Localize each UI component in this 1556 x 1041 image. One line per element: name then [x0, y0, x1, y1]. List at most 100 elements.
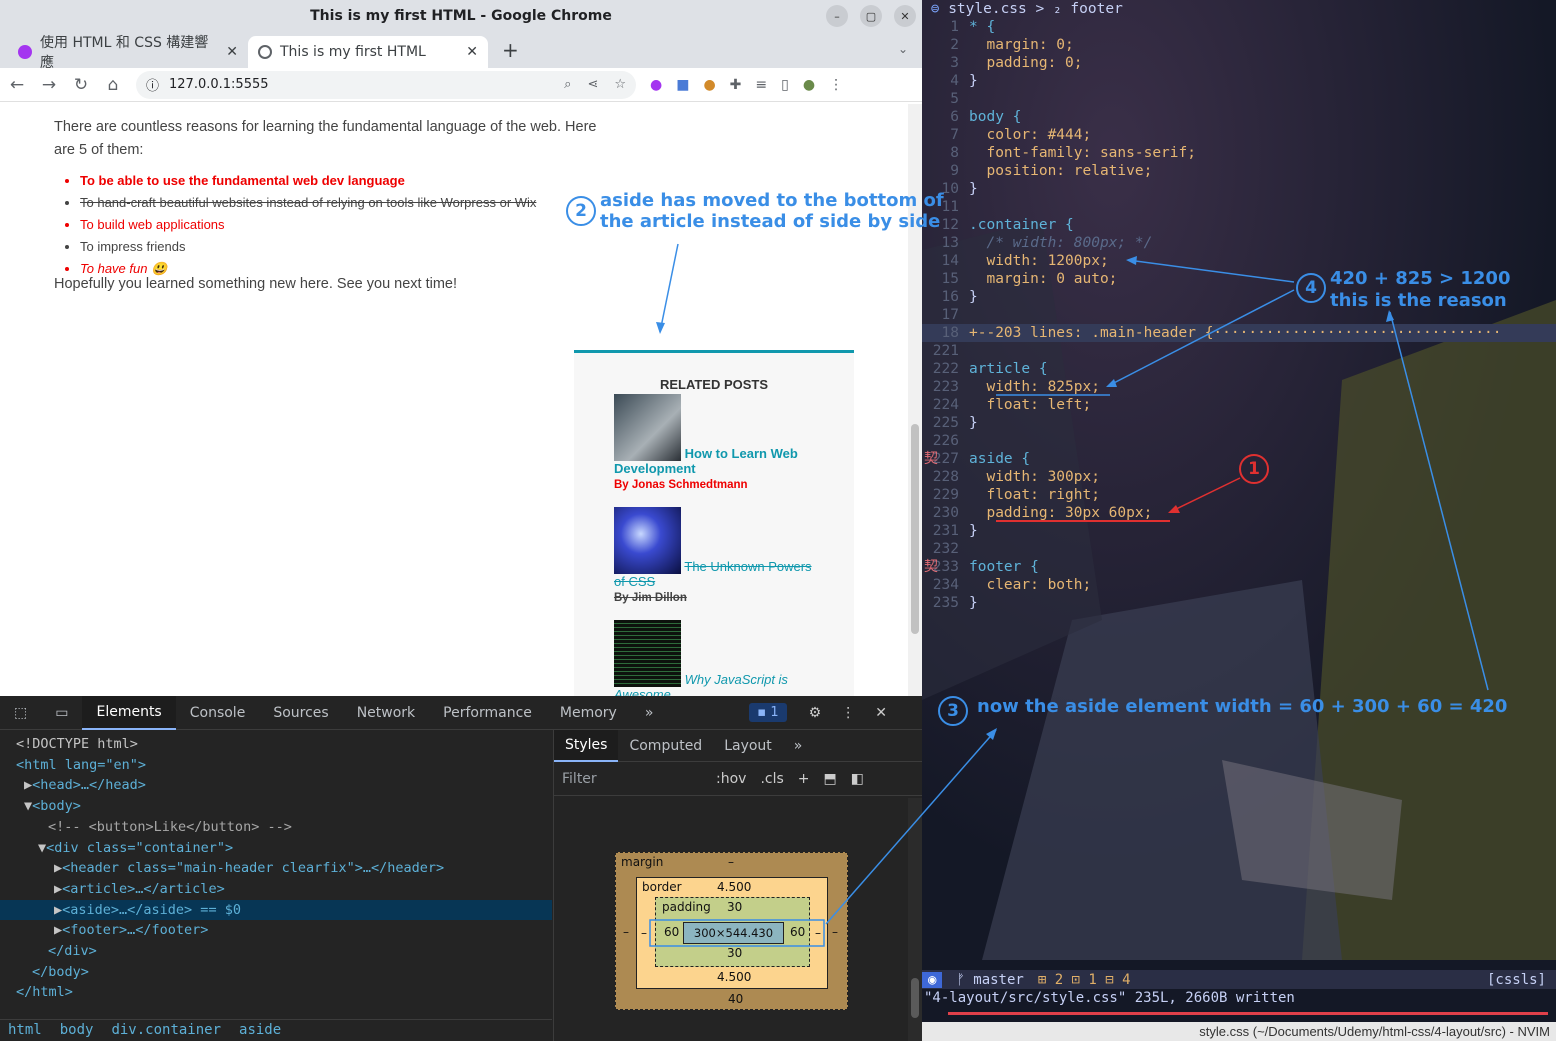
code-line[interactable]: 226 [922, 432, 1556, 450]
reload-icon[interactable]: ↻ [72, 75, 90, 95]
close-tab-icon[interactable]: ✕ [466, 44, 478, 60]
info-icon[interactable]: ⓘ [146, 75, 159, 94]
address-bar[interactable]: ⓘ 127.0.0.1:5555 ⌕ ⋖ ☆ [136, 70, 636, 99]
code-line[interactable]: 235} [922, 594, 1556, 612]
dom-node[interactable]: ▶<article>…</article> [0, 879, 552, 900]
padding-bottom-value[interactable]: 30 [727, 946, 742, 960]
code-line[interactable]: 232 [922, 540, 1556, 558]
code-line[interactable]: 233 footer { [922, 558, 1556, 576]
inspect-element-icon[interactable]: ⬚ [0, 696, 41, 730]
code-line[interactable]: 18 +--203 lines: .main-header {··········… [922, 324, 1556, 342]
more-style-tabs-icon[interactable]: » [783, 730, 814, 762]
close-tab-icon[interactable]: ✕ [226, 44, 238, 60]
code-line[interactable]: 11 [922, 198, 1556, 216]
code-line[interactable]: 231} [922, 522, 1556, 540]
device-toolbar-icon[interactable]: ▭ [41, 696, 82, 730]
code-line[interactable]: 222 article { [922, 360, 1556, 378]
hov-toggle[interactable]: :hov [716, 771, 746, 787]
scroll-thumb[interactable] [911, 424, 919, 634]
dom-node[interactable]: </html> [0, 982, 552, 1003]
code-line[interactable]: 221 [922, 342, 1556, 360]
border-right-value[interactable]: – [815, 926, 821, 940]
padding-right-value[interactable]: 60 [790, 925, 805, 939]
dom-node[interactable]: ▶<header class="main-header clearfix">…<… [0, 858, 552, 879]
more-tabs-icon[interactable]: » [631, 696, 668, 730]
crumb-html[interactable]: html [8, 1020, 42, 1041]
zoom-icon[interactable]: ⌕ [564, 77, 571, 92]
padding-top-value[interactable]: 30 [727, 900, 742, 914]
dom-node[interactable]: ▶<head>…</head> [0, 775, 552, 796]
code-line[interactable]: 2 margin: 0; [922, 36, 1556, 54]
box-model-content[interactable]: 300×544.430 [683, 922, 784, 944]
code-line[interactable]: 8 font-family: sans-serif; [922, 144, 1556, 162]
tab-first-html[interactable]: This is my first HTML ✕ [248, 36, 488, 68]
dom-node[interactable]: </div> [0, 941, 552, 962]
menu-icon[interactable]: ⋮ [829, 77, 843, 93]
media-icon[interactable]: ≡ [755, 77, 767, 93]
add-rule-icon[interactable]: + [798, 771, 810, 787]
toggle-sidebar-icon[interactable]: ◧ [851, 771, 864, 787]
more-options-icon[interactable]: ⋮ [841, 705, 855, 721]
tab-performance[interactable]: Performance [429, 696, 546, 730]
dom-node[interactable]: </body> [0, 962, 552, 983]
tab-sources[interactable]: Sources [259, 696, 342, 730]
maximize-button[interactable]: ▢ [860, 5, 882, 27]
profile-avatar[interactable]: ● [803, 77, 815, 93]
issues-badge[interactable]: ▪ 1 [749, 703, 787, 722]
code-line[interactable]: 9 position: relative; [922, 162, 1556, 180]
margin-left-value[interactable]: – [623, 925, 629, 939]
tab-layout[interactable]: Layout [713, 730, 783, 762]
filter-input[interactable]: Filter [562, 771, 702, 787]
styles-scrollbar[interactable] [908, 798, 922, 1041]
back-icon[interactable]: ← [8, 75, 26, 95]
crumb-container[interactable]: div.container [111, 1020, 221, 1041]
close-devtools-icon[interactable]: ✕ [875, 705, 887, 721]
crumb-body[interactable]: body [60, 1020, 94, 1041]
code-line[interactable]: 7 color: #444; [922, 126, 1556, 144]
dom-node[interactable]: ▶<footer>…</footer> [0, 920, 552, 941]
new-tab-button[interactable]: + [502, 38, 519, 62]
margin-top-value[interactable]: – [728, 855, 734, 869]
translate-icon[interactable]: ■ [676, 77, 689, 93]
code-line[interactable]: 4} [922, 72, 1556, 90]
settings-gear-icon[interactable]: ⚙ [809, 705, 822, 721]
dom-node[interactable]: ▼<body> [0, 796, 552, 817]
share-icon[interactable]: ⋖ [587, 77, 598, 92]
code-line[interactable]: 3 padding: 0; [922, 54, 1556, 72]
code-line[interactable]: 5 [922, 90, 1556, 108]
tab-memory[interactable]: Memory [546, 696, 631, 730]
forward-icon[interactable]: → [40, 75, 58, 95]
code-line[interactable]: 1 * { [922, 18, 1556, 36]
tab-console[interactable]: Console [176, 696, 260, 730]
border-left-value[interactable]: – [641, 926, 647, 940]
code-line[interactable]: 13 /* width: 800px; */ [922, 234, 1556, 252]
scroll-thumb[interactable] [911, 978, 919, 1018]
code-line[interactable]: 6 body { [922, 108, 1556, 126]
cls-toggle[interactable]: .cls [760, 771, 783, 787]
dom-node[interactable]: <!-- <button>Like</button> --> [0, 817, 552, 838]
code-line[interactable]: 230 padding: 30px 60px; [922, 504, 1556, 522]
side-panel-icon[interactable]: ▯ [781, 77, 789, 93]
bookmark-star-icon[interactable]: ☆ [614, 77, 626, 92]
paint-icon[interactable]: ⬒ [824, 771, 837, 787]
code-line[interactable]: 234 clear: both; [922, 576, 1556, 594]
extension-lr-icon[interactable]: ● [650, 77, 662, 93]
puzzle-extensions-icon[interactable]: ✚ [730, 77, 742, 93]
code-line[interactable]: 10} [922, 180, 1556, 198]
code-line[interactable]: 229 float: right; [922, 486, 1556, 504]
dom-node-selected[interactable]: ▶<aside>…</aside> == $0 [0, 899, 552, 921]
tab-search-icon[interactable]: ⌄ [898, 42, 908, 56]
margin-right-value[interactable]: – [832, 925, 838, 939]
dom-node[interactable]: <html lang="en"> [0, 755, 552, 776]
cookie-icon[interactable]: ● [703, 77, 715, 93]
crumb-aside[interactable]: aside [239, 1020, 281, 1041]
tab-styles[interactable]: Styles [554, 729, 619, 762]
margin-bottom-value[interactable]: 40 [728, 992, 743, 1006]
dom-node[interactable]: <!DOCTYPE html> [0, 734, 552, 755]
code-line[interactable]: 12 .container { [922, 216, 1556, 234]
code-line[interactable]: 224 float: left; [922, 396, 1556, 414]
tab-network[interactable]: Network [343, 696, 429, 730]
minimize-button[interactable]: – [826, 5, 848, 27]
close-window-button[interactable]: ✕ [894, 5, 916, 27]
code-line[interactable]: 225} [922, 414, 1556, 432]
